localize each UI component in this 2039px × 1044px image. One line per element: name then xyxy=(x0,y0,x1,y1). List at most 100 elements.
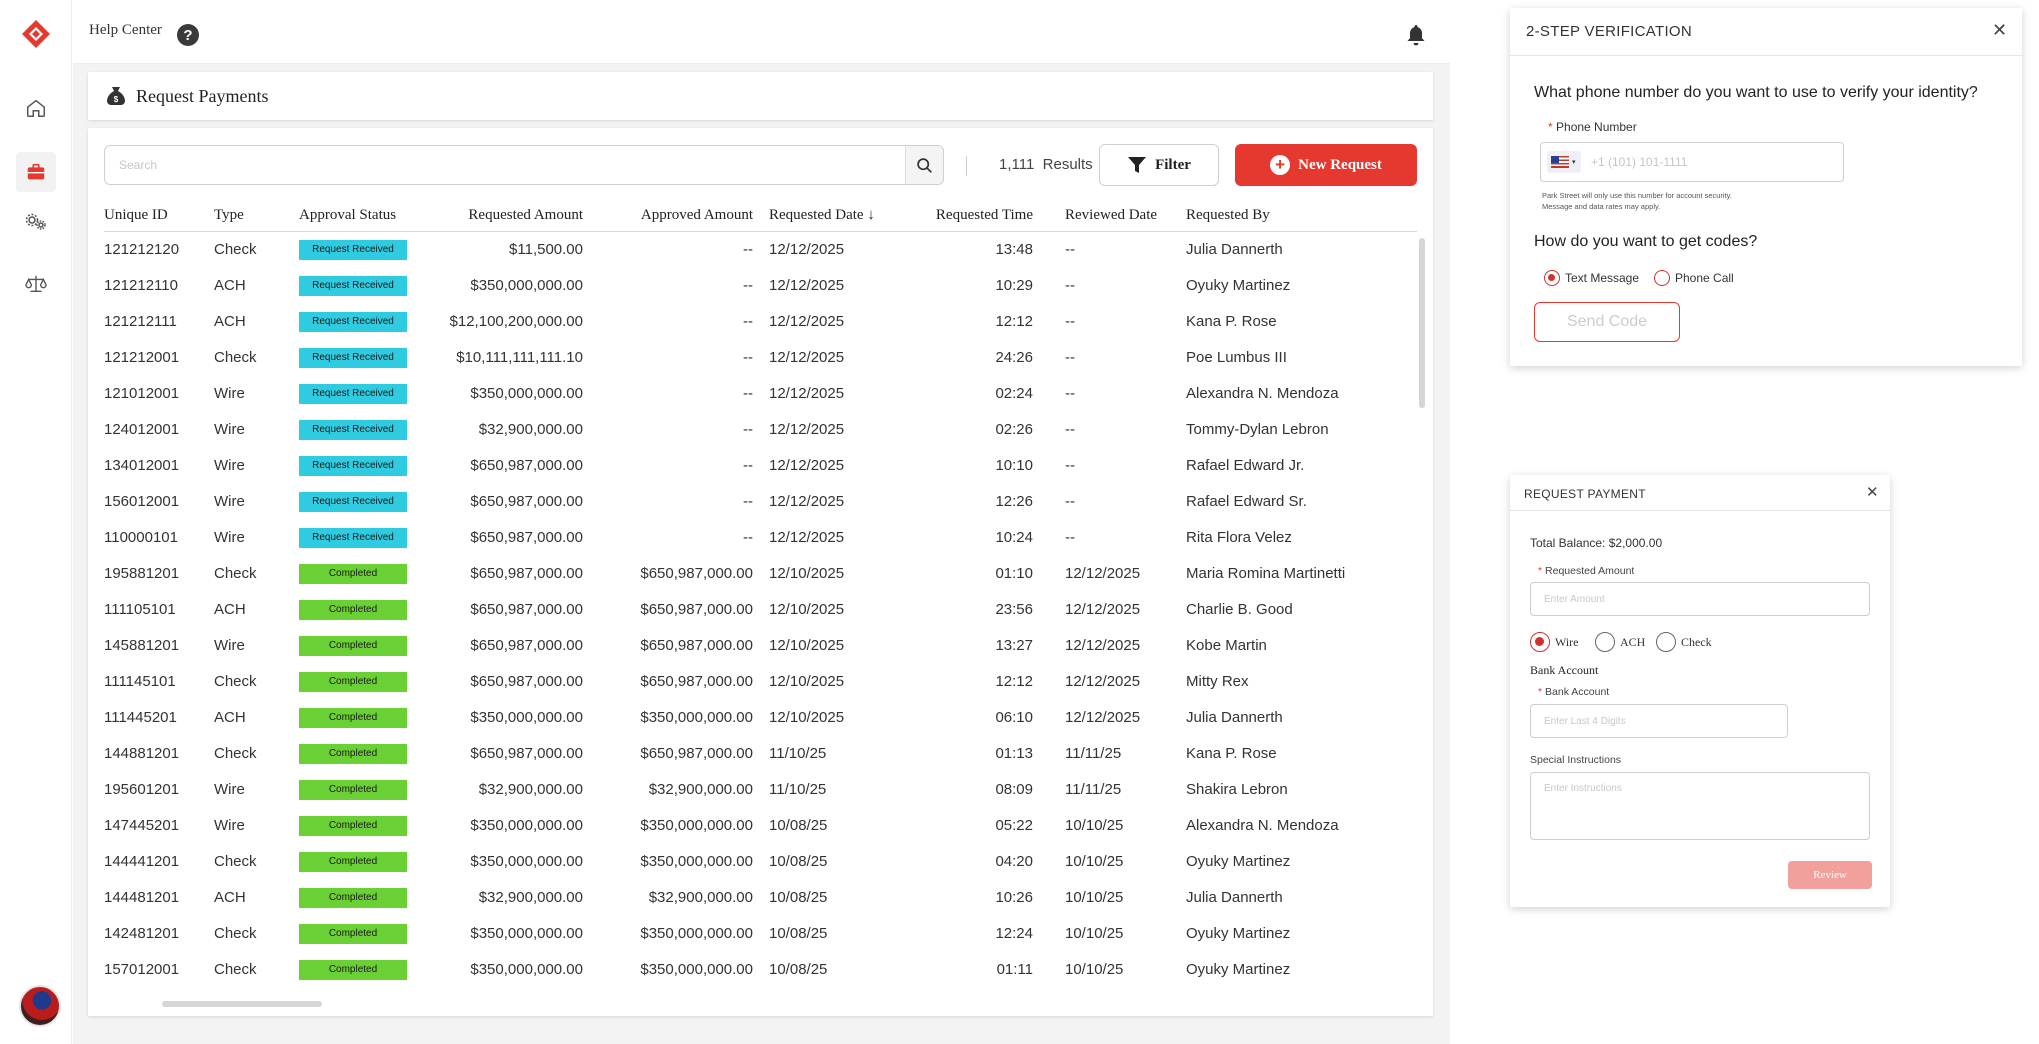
method-ach-radio[interactable]: ACH xyxy=(1595,632,1645,652)
close-icon[interactable]: ✕ xyxy=(1992,20,2007,41)
table-cell: Rafael Edward Jr. xyxy=(1186,456,1305,474)
table-cell: 12/12/2025 xyxy=(769,492,845,510)
table-cell: -- xyxy=(1065,312,1075,330)
table-row[interactable]: 144481201 ACH Completed $32,900,000.00 $32,9… xyxy=(104,879,1417,915)
table-row[interactable]: 145881201 Wire Completed $650,987,000.00 $65… xyxy=(104,627,1417,663)
table-cell: $650,987,000.00 xyxy=(470,492,583,510)
table-cell: Rafael Edward Sr. xyxy=(1186,492,1307,510)
nav-settings-icon[interactable] xyxy=(16,202,56,242)
table-row[interactable]: 110000101 Wire Request Received $650,987,00… xyxy=(104,519,1417,555)
nav-home-icon[interactable] xyxy=(16,88,56,128)
notification-bell-icon[interactable] xyxy=(1406,24,1426,46)
nav-balance-scale-icon[interactable] xyxy=(16,264,56,304)
user-avatar[interactable] xyxy=(19,985,61,1027)
filter-button[interactable]: Filter xyxy=(1099,144,1219,186)
phone-call-radio[interactable]: Phone Call xyxy=(1654,270,1734,286)
review-button[interactable]: Review xyxy=(1788,861,1872,889)
table-cell: 13:48 xyxy=(995,240,1033,258)
bank-account-input[interactable] xyxy=(1530,704,1788,738)
table-cell: 12/12/2025 xyxy=(1065,672,1141,690)
table-row[interactable]: 111145101 Check Completed $650,987,000.00 $6… xyxy=(104,663,1417,699)
table-cell: 10:29 xyxy=(995,276,1033,294)
special-instructions-input[interactable] xyxy=(1530,772,1870,840)
help-question-icon[interactable]: ? xyxy=(177,24,199,46)
table-row[interactable]: 134012001 Wire Request Received $650,987,00… xyxy=(104,447,1417,483)
column-header: Approved Amount xyxy=(599,200,769,232)
column-header[interactable]: Requested Date ↓ xyxy=(769,200,919,232)
table-cell: 145881201 xyxy=(104,636,180,654)
table-row[interactable]: 195601201 Wire Completed $32,900,000.00 $32,… xyxy=(104,771,1417,807)
page-header: $ Request Payments xyxy=(88,72,1433,120)
table-cell: Wire xyxy=(214,636,245,654)
table-cell: Julia Dannerth xyxy=(1186,888,1283,906)
method-wire-radio[interactable]: Wire xyxy=(1530,632,1579,652)
table-row[interactable]: 156012001 Wire Request Received $650,987,00… xyxy=(104,483,1417,519)
table-row[interactable]: 195881201 Check Completed $650,987,000.00 $6… xyxy=(104,555,1417,591)
status-cell: Completed xyxy=(299,699,429,735)
close-icon[interactable]: ✕ xyxy=(1866,483,1879,501)
table-cell: Rita Flora Velez xyxy=(1186,528,1292,546)
results-number: 1,111 xyxy=(999,156,1035,173)
table-cell: 12/12/2025 xyxy=(1065,564,1141,582)
country-code-selector[interactable]: ▾ xyxy=(1547,151,1581,173)
method-check-radio[interactable]: Check xyxy=(1656,632,1712,652)
table-row[interactable]: 111105101 ACH Completed $650,987,000.00 $650… xyxy=(104,591,1417,627)
table-cell: ACH xyxy=(214,600,246,618)
table-cell: Wire xyxy=(214,420,245,438)
table-row[interactable]: 121212110 ACH Request Received $350,000,000… xyxy=(104,267,1417,303)
table-row[interactable]: 142481201 Check Completed $350,000,000.00 $3… xyxy=(104,915,1417,951)
search-input[interactable] xyxy=(105,146,905,184)
status-badge: Request Received xyxy=(299,491,407,512)
table-cell: 11/10/25 xyxy=(769,780,827,798)
status-cell: Completed xyxy=(299,915,429,951)
table-cell: 10/10/25 xyxy=(1065,924,1124,942)
status-cell: Request Received xyxy=(299,411,429,447)
table-cell: 121212001 xyxy=(104,348,180,366)
status-cell: Completed xyxy=(299,555,429,591)
text-message-radio[interactable]: Text Message xyxy=(1544,270,1639,286)
table-row[interactable]: 121012001 Wire Request Received $350,000,00… xyxy=(104,375,1417,411)
table-row[interactable]: 157012001 Check Completed $350,000,000.00 $3… xyxy=(104,951,1417,987)
brand-logo-icon[interactable] xyxy=(20,18,52,50)
table-cell: $650,987,000.00 xyxy=(470,528,583,546)
table-cell: Oyuky Martinez xyxy=(1186,960,1291,978)
table-cell: Tommy-Dylan Lebron xyxy=(1186,420,1329,438)
table-row[interactable]: 144441201 Check Completed $350,000,000.00 $3… xyxy=(104,843,1417,879)
table-cell: $350,000,000.00 xyxy=(640,852,753,870)
table-cell: $32,900,000.00 xyxy=(478,780,583,798)
payments-table: Unique ID Type Approval Status Requested Am… xyxy=(104,200,1417,987)
status-badge: Completed xyxy=(299,671,407,692)
table-cell: $650,987,000.00 xyxy=(470,600,583,618)
status-cell: Request Received xyxy=(299,339,429,375)
request-payment-modal: REQUEST PAYMENT ✕ Total Balance: $2,000.… xyxy=(1510,475,1890,907)
send-code-button[interactable]: Send Code xyxy=(1534,302,1680,342)
nav-briefcase-icon[interactable] xyxy=(16,152,56,192)
table-cell: 10/08/25 xyxy=(769,816,828,834)
table-row[interactable]: 121212120 Check Request Received $11,500.00… xyxy=(104,231,1417,267)
table-row[interactable]: 124012001 Wire Request Received $32,900,000… xyxy=(104,411,1417,447)
table-cell: Kana P. Rose xyxy=(1186,312,1277,330)
table-row[interactable]: 144881201 Check Completed $650,987,000.00 $6… xyxy=(104,735,1417,771)
table-cell: 08:09 xyxy=(995,780,1033,798)
table-cell: 10:26 xyxy=(995,888,1033,906)
search-button[interactable] xyxy=(905,146,943,184)
status-cell: Request Received xyxy=(299,375,429,411)
status-cell: Request Received xyxy=(299,231,429,267)
radio-unselected-icon xyxy=(1595,632,1615,652)
phone-number-input[interactable] xyxy=(1591,152,1831,172)
table-cell: $11,500.00 xyxy=(509,240,583,258)
table-row[interactable]: 121212111 ACH Request Received $12,100,200,… xyxy=(104,303,1417,339)
security-note: Park Street will only use this number fo… xyxy=(1542,191,1732,211)
new-request-button[interactable]: + New Request xyxy=(1235,144,1417,186)
table-cell: Maria Romina Martinetti xyxy=(1186,564,1346,582)
help-center-link[interactable]: Help Center xyxy=(89,22,162,39)
horizontal-scrollbar[interactable] xyxy=(162,1001,322,1007)
vertical-scrollbar[interactable] xyxy=(1419,238,1425,408)
requested-amount-input[interactable] xyxy=(1530,582,1870,616)
table-cell: 10/08/25 xyxy=(769,960,828,978)
status-cell: Completed xyxy=(299,807,429,843)
modal-header: 2-STEP VERIFICATION ✕ xyxy=(1510,8,2022,56)
table-row[interactable]: 147445201 Wire Completed $350,000,000.00 $35… xyxy=(104,807,1417,843)
table-row[interactable]: 111445201 ACH Completed $350,000,000.00 $350… xyxy=(104,699,1417,735)
table-row[interactable]: 121212001 Check Request Received $10,111,11… xyxy=(104,339,1417,375)
